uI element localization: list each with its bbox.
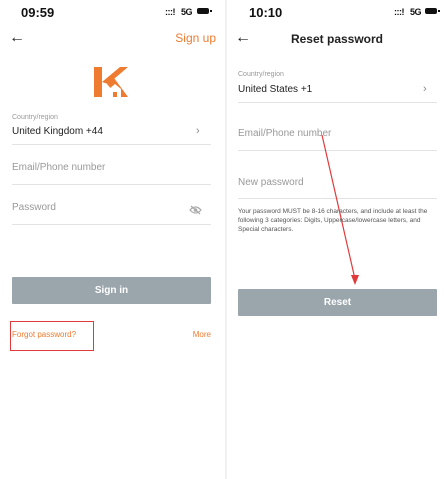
annotation-arrow [321,134,359,285]
